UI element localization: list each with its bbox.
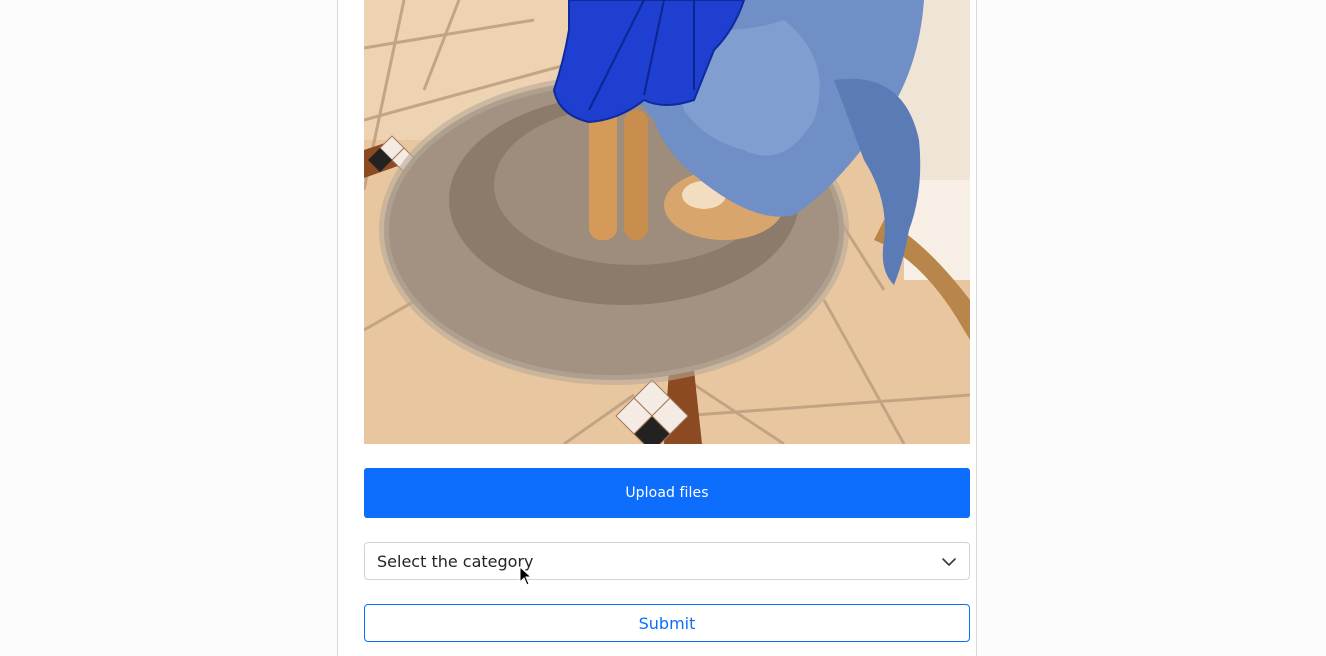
upload-card: Upload files Select the category Submit	[337, 0, 977, 656]
chevron-down-icon	[942, 558, 956, 566]
photo-illustration	[364, 0, 970, 444]
upload-files-button[interactable]: Upload files	[364, 468, 970, 518]
submit-button[interactable]: Submit	[364, 604, 970, 642]
category-select[interactable]: Select the category	[364, 542, 970, 580]
uploaded-photo	[364, 0, 970, 444]
category-select-value: Select the category	[377, 551, 534, 571]
page: Upload files Select the category Submit	[0, 0, 1326, 656]
mouse-cursor-icon	[519, 566, 533, 586]
